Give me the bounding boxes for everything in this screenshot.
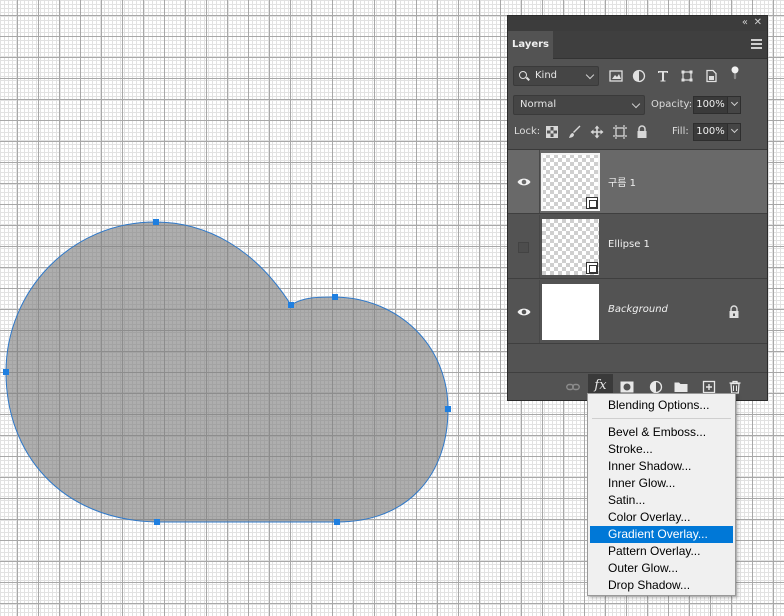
- shape-layer-badge-icon: [586, 197, 598, 209]
- eye-icon[interactable]: [517, 306, 531, 318]
- lock-icon: [729, 305, 739, 318]
- image-filter-icon[interactable]: [609, 69, 623, 83]
- filter-kind-label: Kind: [535, 70, 558, 81]
- blend-row: Normal Opacity: 100%: [508, 95, 767, 117]
- menu-item-pattern-overlay[interactable]: Pattern Overlay...: [590, 543, 733, 560]
- tab-layers[interactable]: Layers: [508, 31, 553, 59]
- layer-name[interactable]: Background: [608, 304, 668, 315]
- lock-position-icon[interactable]: [590, 125, 604, 139]
- anchor-point: [288, 302, 294, 308]
- shape-layer-badge-icon: [586, 262, 598, 274]
- anchor-point: [153, 219, 159, 225]
- menu-item-satin[interactable]: Satin...: [590, 492, 733, 509]
- type-filter-icon[interactable]: [656, 69, 670, 83]
- layer-mask-icon[interactable]: [620, 380, 634, 394]
- anchor-point: [332, 294, 338, 300]
- fx-context-menu: Blending Options... Bevel & Emboss... St…: [587, 393, 736, 596]
- panel-title-bar[interactable]: « ✕: [508, 16, 767, 31]
- fill-dropdown-button[interactable]: [727, 123, 741, 141]
- link-layers-icon[interactable]: [566, 380, 580, 394]
- lock-transparent-pixels-icon[interactable]: [545, 125, 559, 139]
- shape-filter-icon[interactable]: [680, 69, 694, 83]
- opacity-dropdown-button[interactable]: [727, 96, 741, 114]
- layer-thumbnail[interactable]: [542, 219, 599, 275]
- layer-row-background[interactable]: Background: [508, 280, 767, 344]
- menu-item-stroke[interactable]: Stroke...: [590, 441, 733, 458]
- menu-item-outer-glow[interactable]: Outer Glow...: [590, 560, 733, 577]
- layer-row-cloud[interactable]: 구름 1: [508, 150, 767, 214]
- filter-toggle-icon[interactable]: [728, 66, 742, 80]
- menu-item-inner-glow[interactable]: Inner Glow...: [590, 475, 733, 492]
- panel-tab-bar: Layers: [508, 31, 767, 59]
- filter-row: Kind: [508, 66, 767, 90]
- layers-list: 구름 1 Ellipse 1 Background: [508, 149, 767, 345]
- menu-separator: [592, 418, 731, 419]
- hamburger-icon[interactable]: [751, 39, 762, 49]
- layers-panel: « ✕ Layers Kind Normal Opacity: 100% Loc…: [507, 15, 768, 401]
- fill-label: Fill:: [672, 126, 689, 137]
- menu-item-drop-shadow[interactable]: Drop Shadow...: [590, 577, 733, 594]
- chevron-down-icon: [730, 98, 739, 107]
- layer-thumbnail[interactable]: [541, 153, 600, 211]
- close-panel-button[interactable]: ✕: [754, 17, 762, 29]
- menu-item-gradient-overlay[interactable]: Gradient Overlay...: [590, 526, 733, 543]
- layer-thumbnail[interactable]: [542, 284, 599, 340]
- menu-item-inner-shadow[interactable]: Inner Shadow...: [590, 458, 733, 475]
- filter-kind-select[interactable]: Kind: [513, 66, 599, 86]
- lock-label: Lock:: [514, 126, 541, 137]
- anchor-point: [3, 369, 9, 375]
- chevron-down-icon: [730, 125, 739, 134]
- layer-name[interactable]: 구름 1: [608, 174, 636, 189]
- eye-icon[interactable]: [517, 176, 531, 188]
- layer-row-ellipse[interactable]: Ellipse 1: [508, 215, 767, 279]
- opacity-label: Opacity:: [651, 99, 693, 110]
- collapse-panel-button[interactable]: «: [742, 17, 748, 29]
- menu-item-color-overlay[interactable]: Color Overlay...: [590, 509, 733, 526]
- search-icon: [519, 71, 527, 79]
- menu-item-bevel-emboss[interactable]: Bevel & Emboss...: [590, 424, 733, 441]
- chevron-down-icon: [631, 99, 641, 109]
- lock-all-icon[interactable]: [635, 125, 649, 139]
- cloud-path[interactable]: [5, 221, 449, 523]
- layer-name[interactable]: Ellipse 1: [608, 239, 650, 250]
- anchor-point: [154, 519, 160, 525]
- adjustment-layer-icon[interactable]: [649, 380, 663, 394]
- lock-row: Lock: Fill: 100%: [508, 122, 767, 144]
- blend-mode-select[interactable]: Normal: [513, 95, 645, 115]
- new-layer-icon[interactable]: [702, 380, 716, 394]
- chevron-down-icon: [585, 70, 595, 80]
- anchor-point: [334, 519, 340, 525]
- smart-object-filter-icon[interactable]: [704, 69, 718, 83]
- blend-mode-value: Normal: [520, 99, 557, 110]
- adjustment-filter-icon[interactable]: [632, 69, 646, 83]
- visibility-toggle-off[interactable]: [518, 242, 529, 253]
- menu-item-blending-options[interactable]: Blending Options...: [590, 397, 733, 414]
- opacity-input[interactable]: 100%: [693, 96, 728, 114]
- fill-input[interactable]: 100%: [693, 123, 728, 141]
- lock-image-pixels-icon[interactable]: [568, 125, 582, 139]
- delete-layer-icon[interactable]: [728, 380, 742, 394]
- lock-artboard-icon[interactable]: [613, 125, 627, 139]
- anchor-point: [445, 406, 451, 412]
- fx-icon: fx: [594, 378, 607, 393]
- new-group-icon[interactable]: [674, 380, 688, 394]
